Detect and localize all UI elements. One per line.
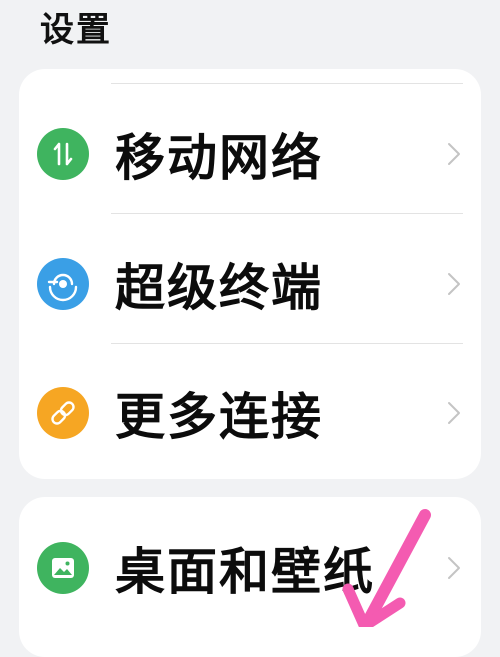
link-icon <box>37 387 89 439</box>
page-title: 设置 <box>40 10 112 50</box>
mobile-network-icon <box>37 128 89 180</box>
divider <box>111 213 463 214</box>
settings-group-connections: 移动网络 超级终端 更多连接 <box>19 69 481 479</box>
settings-item-home-screen-wallpaper[interactable]: 桌面和壁纸 <box>19 503 481 633</box>
settings-item-mobile-network[interactable]: 移动网络 <box>19 89 481 219</box>
divider <box>111 83 463 84</box>
super-device-icon <box>37 258 89 310</box>
chevron-right-icon <box>447 401 461 425</box>
divider <box>111 343 463 344</box>
settings-item-label: 超级终端 <box>115 259 323 317</box>
settings-item-label: 桌面和壁纸 <box>115 543 375 601</box>
chevron-right-icon <box>447 556 461 580</box>
chevron-right-icon <box>447 142 461 166</box>
settings-item-label: 移动网络 <box>115 129 323 187</box>
wallpaper-icon <box>37 542 89 594</box>
settings-item-label: 更多连接 <box>115 388 323 446</box>
settings-item-more-connections[interactable]: 更多连接 <box>19 348 481 478</box>
settings-group-display: 桌面和壁纸 <box>19 497 481 657</box>
chevron-right-icon <box>447 272 461 296</box>
settings-item-super-device[interactable]: 超级终端 <box>19 219 481 349</box>
